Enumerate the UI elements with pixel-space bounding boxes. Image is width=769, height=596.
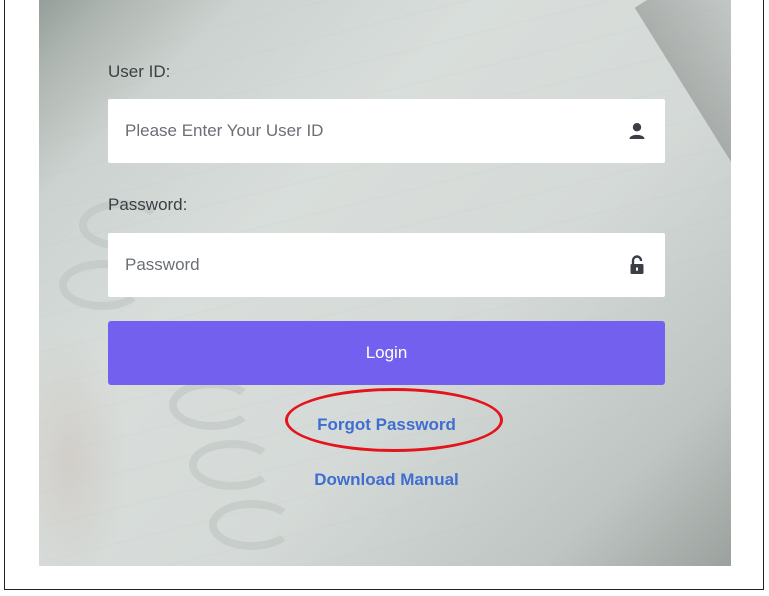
password-label: Password: bbox=[108, 195, 188, 214]
login-frame: User ID: Password: Login Forgot Password… bbox=[4, 0, 764, 590]
user-id-label: User ID: bbox=[108, 62, 171, 81]
password-field-wrapper bbox=[108, 233, 665, 297]
download-manual-link[interactable]: Download Manual bbox=[108, 470, 665, 490]
user-id-field-wrapper bbox=[108, 99, 665, 163]
forgot-password-link[interactable]: Forgot Password bbox=[108, 415, 665, 435]
user-id-input[interactable] bbox=[125, 121, 627, 141]
user-icon bbox=[627, 121, 647, 141]
login-button[interactable]: Login bbox=[108, 321, 665, 385]
password-input[interactable] bbox=[125, 255, 627, 275]
unlock-icon bbox=[627, 255, 647, 275]
